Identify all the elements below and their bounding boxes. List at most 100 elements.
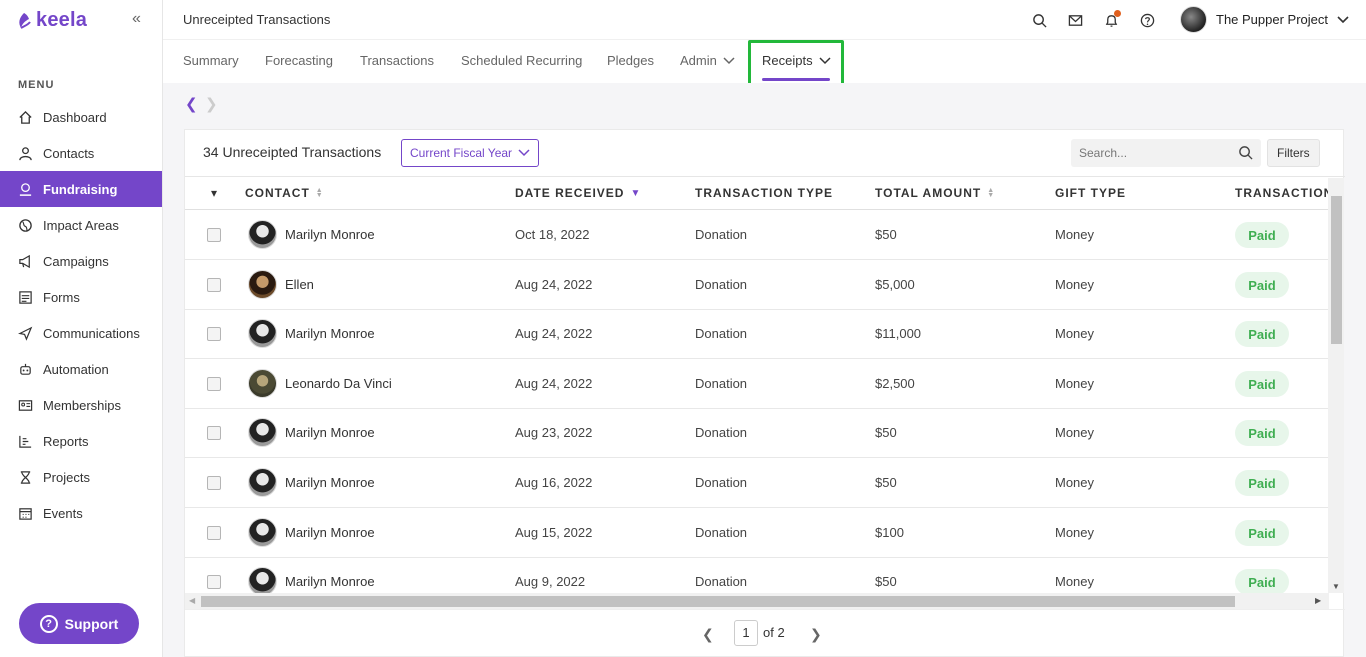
status-badge: Paid (1235, 470, 1289, 496)
horizontal-scroll-thumb[interactable] (201, 596, 1235, 607)
row-checkbox[interactable] (207, 278, 221, 292)
sidebar-item-impact-areas[interactable]: Impact Areas (0, 207, 162, 243)
search-icon[interactable] (1029, 10, 1049, 30)
table-row[interactable]: Marilyn Monroe Aug 15, 2022 Donation $10… (185, 508, 1329, 558)
contact-name[interactable]: Leonardo Da Vinci (285, 376, 392, 391)
sidebar-item-label: Impact Areas (43, 217, 119, 233)
table-row[interactable]: Ellen Aug 24, 2022 Donation $5,000 Money… (185, 260, 1329, 310)
forward-arrow-icon[interactable]: ❯ (205, 95, 218, 113)
sidebar-item-label: Campaigns (43, 253, 109, 269)
column-transaction-status[interactable]: TRANSACTION (1235, 186, 1329, 200)
org-avatar (1180, 6, 1207, 33)
horizontal-scrollbar[interactable]: ◀ ▶ (185, 593, 1329, 609)
help-icon[interactable] (1137, 10, 1157, 30)
period-dropdown[interactable]: Current Fiscal Year (401, 139, 540, 167)
tab-transactions[interactable]: Transactions (360, 53, 434, 68)
tab-summary[interactable]: Summary (183, 53, 239, 68)
scroll-right-icon[interactable]: ▶ (1315, 596, 1321, 605)
search-input[interactable] (1071, 139, 1221, 167)
transaction-type: Donation (695, 475, 748, 490)
contact-name[interactable]: Marilyn Monroe (285, 525, 375, 540)
table-row[interactable]: Marilyn Monroe Aug 24, 2022 Donation $11… (185, 309, 1329, 359)
column-label: DATE RECEIVED (515, 186, 625, 200)
date-received: Oct 18, 2022 (515, 227, 590, 242)
support-label: Support (64, 615, 119, 632)
total-amount: $50 (875, 475, 897, 490)
sidebar-item-dashboard[interactable]: Dashboard (0, 99, 162, 135)
sidebar-item-contacts[interactable]: Contacts (0, 135, 162, 171)
column-total-amount[interactable]: TOTAL AMOUNT ▲ ▼ (875, 186, 995, 200)
sidebar-item-label: Forms (43, 289, 80, 305)
row-checkbox[interactable] (207, 426, 221, 440)
vertical-scrollbar[interactable]: ▼ (1328, 178, 1344, 593)
bell-icon[interactable] (1101, 10, 1121, 30)
contact-name[interactable]: Marilyn Monroe (285, 227, 375, 242)
hourglass-icon (18, 470, 33, 485)
status-badge: Paid (1235, 321, 1289, 347)
row-checkbox[interactable] (207, 327, 221, 341)
row-checkbox[interactable] (207, 476, 221, 490)
person-icon (18, 146, 33, 161)
sort-icon: ▲ ▼ (315, 187, 324, 199)
gift-type: Money (1055, 376, 1095, 391)
contact-name[interactable]: Ellen (285, 277, 314, 292)
select-all-caret-icon[interactable]: ▾ (211, 186, 218, 200)
id-card-icon (18, 398, 33, 413)
gift-type: Money (1055, 326, 1095, 341)
support-button[interactable]: ? Support (19, 603, 139, 644)
prev-page-icon[interactable]: ❮ (702, 626, 714, 643)
table-row[interactable]: Marilyn Monroe Oct 18, 2022 Donation $50… (185, 210, 1329, 260)
vertical-scroll-thumb[interactable] (1331, 196, 1342, 344)
tab-admin[interactable]: Admin (680, 53, 735, 68)
column-date-received[interactable]: DATE RECEIVED ▼ (515, 186, 641, 200)
row-checkbox[interactable] (207, 575, 221, 589)
sidebar-item-forms[interactable]: Forms (0, 279, 162, 315)
org-switcher[interactable]: The Pupper Project (1180, 6, 1349, 33)
sidebar-item-fundraising[interactable]: Fundraising (0, 171, 162, 207)
page-number-input[interactable]: 1 (734, 620, 758, 646)
collapse-sidebar-icon[interactable]: « (132, 10, 141, 28)
table-row[interactable]: Marilyn Monroe Aug 23, 2022 Donation $50… (185, 408, 1329, 458)
keela-logo[interactable]: keela (17, 9, 87, 32)
row-checkbox[interactable] (207, 228, 221, 242)
tab-scheduled-recurring[interactable]: Scheduled Recurring (461, 53, 582, 68)
row-checkbox[interactable] (207, 377, 221, 391)
column-gift-type[interactable]: GIFT TYPE (1055, 186, 1126, 200)
tab-label: Scheduled Recurring (461, 53, 583, 68)
next-page-icon[interactable]: ❯ (810, 626, 822, 643)
mail-icon[interactable] (1065, 10, 1085, 30)
table-row[interactable]: Marilyn Monroe Aug 9, 2022 Donation $50 … (185, 557, 1329, 593)
column-contact[interactable]: CONTACT ▲ ▼ (245, 186, 324, 200)
sidebar-item-events[interactable]: Events (0, 495, 162, 531)
tab-forecasting[interactable]: Forecasting (265, 53, 333, 68)
contact-name[interactable]: Marilyn Monroe (285, 326, 375, 341)
sidebar-item-memberships[interactable]: Memberships (0, 387, 162, 423)
scroll-down-icon[interactable]: ▼ (1332, 582, 1340, 591)
column-transaction-type[interactable]: TRANSACTION TYPE (695, 186, 833, 200)
contact-name[interactable]: Marilyn Monroe (285, 425, 375, 440)
robot-icon (18, 362, 33, 377)
tab-receipts[interactable]: Receipts (762, 53, 831, 68)
home-icon (18, 110, 33, 125)
sidebar-item-campaigns[interactable]: Campaigns (0, 243, 162, 279)
filters-button[interactable]: Filters (1267, 139, 1320, 167)
back-arrow-icon[interactable]: ❮ (185, 95, 198, 113)
scroll-left-icon[interactable]: ◀ (189, 596, 195, 605)
gift-type: Money (1055, 277, 1095, 292)
table-row[interactable]: Leonardo Da Vinci Aug 24, 2022 Donation … (185, 359, 1329, 409)
contact-name[interactable]: Marilyn Monroe (285, 574, 375, 589)
sidebar-item-reports[interactable]: Reports (0, 423, 162, 459)
tab-label: Admin (680, 53, 717, 68)
row-checkbox[interactable] (207, 526, 221, 540)
sidebar-item-communications[interactable]: Communications (0, 315, 162, 351)
search-icon[interactable] (1238, 145, 1253, 165)
gift-type: Money (1055, 227, 1095, 242)
date-received: Aug 16, 2022 (515, 475, 593, 490)
tab-pledges[interactable]: Pledges (607, 53, 654, 68)
contact-name[interactable]: Marilyn Monroe (285, 475, 375, 490)
sidebar-item-automation[interactable]: Automation (0, 351, 162, 387)
table-row[interactable]: Marilyn Monroe Aug 16, 2022 Donation $50… (185, 458, 1329, 508)
search-box (1071, 139, 1261, 167)
chevron-down-icon (723, 56, 735, 64)
sidebar-item-projects[interactable]: Projects (0, 459, 162, 495)
